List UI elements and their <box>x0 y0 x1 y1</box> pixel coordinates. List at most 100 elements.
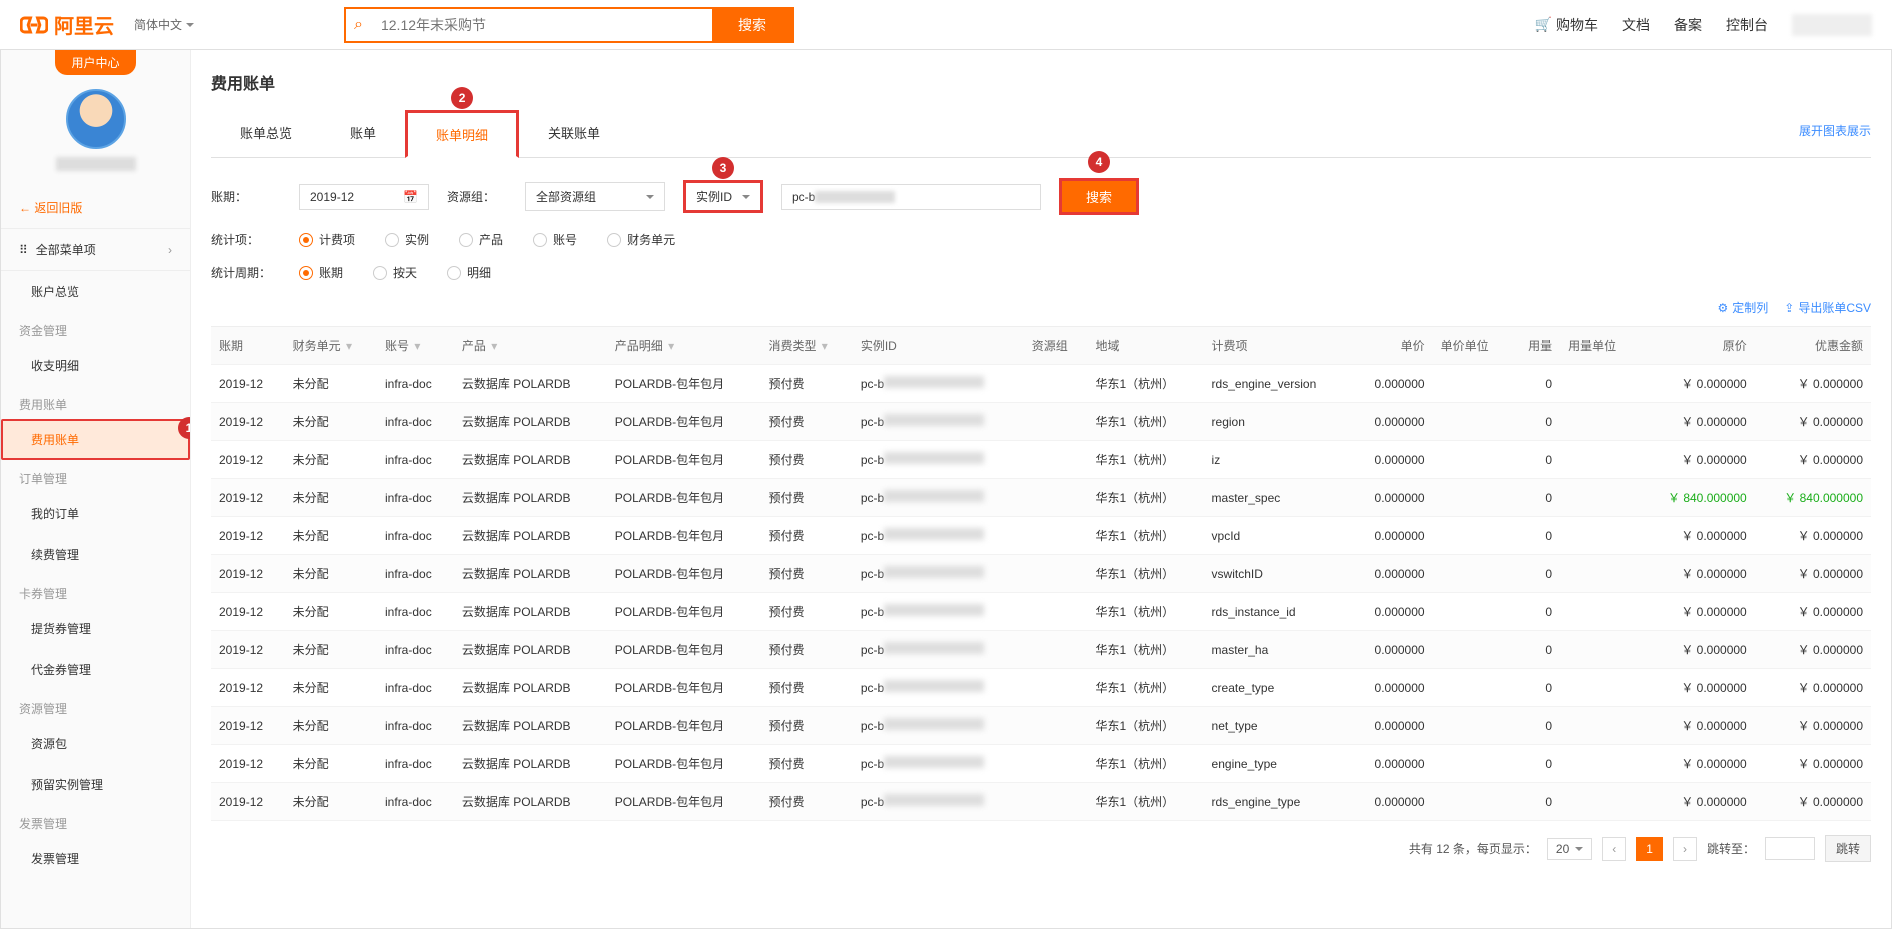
col-13[interactable]: 用量单位 <box>1560 327 1638 365</box>
stat-period-2[interactable]: 明细 <box>447 264 491 281</box>
avatar[interactable] <box>66 89 126 149</box>
iid-blurred <box>884 376 984 388</box>
sidebar-item-提货券管理[interactable]: 提货券管理 <box>1 608 190 649</box>
radio-label: 计费项 <box>319 231 355 248</box>
tab-2[interactable]: 账单明细2 <box>405 110 519 158</box>
tab-1[interactable]: 账单 <box>321 110 405 157</box>
brand-logo[interactable]: 阿里云 <box>20 10 114 39</box>
cell: 0.000000 <box>1352 669 1433 707</box>
link-cart-label: 购物车 <box>1556 15 1598 35</box>
pager-page-1[interactable]: 1 <box>1636 837 1663 861</box>
col-2[interactable]: 账号 ▾ <box>377 327 454 365</box>
col-12[interactable]: 用量 <box>1511 327 1560 365</box>
jump-input[interactable] <box>1765 837 1815 860</box>
sidebar-item-费用账单[interactable]: 费用账单1 <box>1 419 190 460</box>
col-6[interactable]: 实例ID <box>853 327 1024 365</box>
sidebar-item-预留实例管理[interactable]: 预留实例管理 <box>1 764 190 805</box>
id-type-select[interactable]: 3 实例ID <box>683 180 763 213</box>
lang-label: 简体中文 <box>134 16 182 33</box>
cell: infra-doc <box>377 669 454 707</box>
radio-label: 按天 <box>393 264 417 281</box>
page-size-select[interactable]: 20 <box>1547 838 1592 860</box>
link-beian[interactable]: 备案 <box>1674 15 1702 35</box>
cell: 未分配 <box>285 479 377 517</box>
cell: ￥ 0.000000 <box>1639 555 1755 593</box>
cell: 0.000000 <box>1352 707 1433 745</box>
filter-search-button[interactable]: 4 搜索 <box>1059 178 1139 215</box>
menu-account-overview[interactable]: 账户总览 <box>1 271 190 312</box>
sidebar-item-代金券管理[interactable]: 代金券管理 <box>1 649 190 690</box>
col-14[interactable]: 原价 <box>1639 327 1755 365</box>
cell <box>1560 441 1638 479</box>
expand-chart-link[interactable]: 展开图表展示 <box>1799 110 1871 157</box>
cell: ￥ 0.000000 <box>1755 707 1871 745</box>
col-3[interactable]: 产品 ▾ <box>454 327 607 365</box>
cell <box>1024 669 1088 707</box>
sidebar-item-收支明细[interactable]: 收支明细 <box>1 345 190 386</box>
stat-item-1[interactable]: 实例 <box>385 231 429 248</box>
back-old-link[interactable]: ← 返回旧版 <box>1 187 190 229</box>
col-1[interactable]: 财务单元 ▾ <box>285 327 377 365</box>
cell: infra-doc <box>377 479 454 517</box>
cell: 云数据库 POLARDB <box>454 479 607 517</box>
link-cart[interactable]: 🛒 购物车 <box>1535 15 1598 35</box>
col-7[interactable]: 资源组 <box>1024 327 1088 365</box>
chevron-down-icon <box>646 190 654 204</box>
col-11[interactable]: 单价单位 <box>1433 327 1511 365</box>
col-9[interactable]: 计费项 <box>1204 327 1352 365</box>
table-actions: ⚙定制列 ⇪导出账单CSV <box>211 289 1871 326</box>
stat-item-4[interactable]: 财务单元 <box>607 231 675 248</box>
cell: infra-doc <box>377 403 454 441</box>
col-0[interactable]: 账期 <box>211 327 285 365</box>
cell: POLARDB-包年包月 <box>607 669 761 707</box>
col-8[interactable]: 地域 <box>1087 327 1203 365</box>
tab-0[interactable]: 账单总览 <box>211 110 321 157</box>
custom-cols-link[interactable]: ⚙定制列 <box>1717 299 1768 316</box>
stat-period-0[interactable]: 账期 <box>299 264 343 281</box>
menu-all[interactable]: ⠿全部菜单项 <box>1 229 190 271</box>
stat-period-1[interactable]: 按天 <box>373 264 417 281</box>
pager-next[interactable] <box>1673 837 1697 861</box>
table-row: 2019-12未分配infra-doc云数据库 POLARDBPOLARDB-包… <box>211 745 1871 783</box>
tab-3[interactable]: 关联账单 <box>519 110 629 157</box>
id-type-value: 实例ID <box>696 188 732 205</box>
export-csv-link[interactable]: ⇪导出账单CSV <box>1784 299 1871 316</box>
account-name-blurred[interactable] <box>1792 14 1872 36</box>
sidebar-item-发票管理[interactable]: 发票管理 <box>1 838 190 879</box>
sidebar-item-续费管理[interactable]: 续费管理 <box>1 534 190 575</box>
col-15[interactable]: 优惠金额 <box>1755 327 1871 365</box>
sidebar-item-我的订单[interactable]: 我的订单 <box>1 493 190 534</box>
cell <box>1024 555 1088 593</box>
top-search-button[interactable]: 搜索 <box>712 9 792 41</box>
search-input[interactable] <box>371 17 712 33</box>
col-5[interactable]: 消费类型 ▾ <box>760 327 852 365</box>
cell: ￥ 0.000000 <box>1755 669 1871 707</box>
iid-blurred <box>884 452 984 464</box>
cell: 2019-12 <box>211 745 285 783</box>
cell <box>1433 669 1511 707</box>
cell: infra-doc <box>377 365 454 403</box>
resgroup-select[interactable]: 全部资源组 <box>525 182 665 211</box>
link-console[interactable]: 控制台 <box>1726 15 1768 35</box>
lang-select[interactable]: 简体中文 <box>134 16 194 33</box>
instance-id-input[interactable]: pc-b <box>781 184 1041 210</box>
stat-item-0[interactable]: 计费项 <box>299 231 355 248</box>
period-picker[interactable]: 2019-12 📅 <box>299 184 429 210</box>
col-4[interactable]: 产品明细 ▾ <box>607 327 761 365</box>
cell <box>1433 631 1511 669</box>
filter-icon: ▾ <box>414 339 420 353</box>
stat-item-2[interactable]: 产品 <box>459 231 503 248</box>
cell: POLARDB-包年包月 <box>607 631 761 669</box>
iid-blurred <box>884 756 984 768</box>
sidebar-item-资源包[interactable]: 资源包 <box>1 723 190 764</box>
link-docs[interactable]: 文档 <box>1622 15 1650 35</box>
cell: 华东1（杭州） <box>1087 707 1203 745</box>
stat-item-3[interactable]: 账号 <box>533 231 577 248</box>
table-wrap[interactable]: 账期财务单元 ▾账号 ▾产品 ▾产品明细 ▾消费类型 ▾实例ID资源组地域计费项… <box>211 326 1871 821</box>
pager-prev[interactable] <box>1602 837 1626 861</box>
cell: 未分配 <box>285 517 377 555</box>
jump-button[interactable]: 跳转 <box>1825 835 1871 862</box>
col-10[interactable]: 单价 <box>1352 327 1433 365</box>
iid-prefix: pc-b <box>861 415 884 429</box>
cell: pc-b <box>853 555 1024 593</box>
